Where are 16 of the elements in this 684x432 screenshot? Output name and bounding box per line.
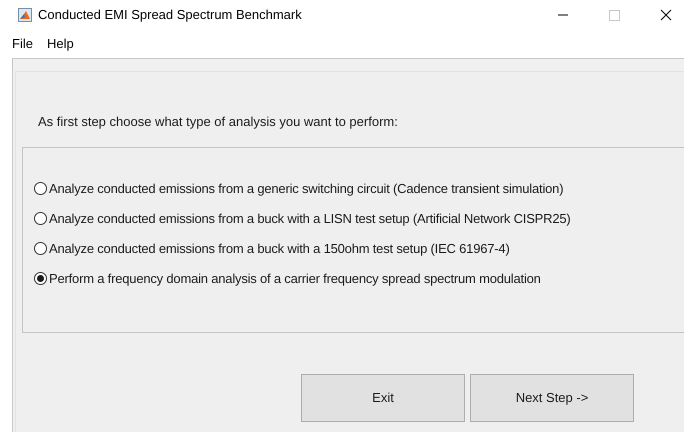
radio-button[interactable]: [34, 212, 47, 225]
window-title: Conducted EMI Spread Spectrum Benchmark: [38, 6, 302, 24]
menu-item[interactable]: File: [12, 34, 33, 54]
radio-button[interactable]: [34, 242, 47, 255]
dialog-button[interactable]: Next Step ->: [470, 374, 634, 422]
radio-button[interactable]: [34, 182, 47, 195]
option-label[interactable]: Analyze conducted emissions from a generic switching circuit (Cadence transient simulation): [49, 178, 564, 198]
app-icon: [18, 8, 32, 22]
radio-button[interactable]: [34, 272, 47, 285]
option-label[interactable]: Perform a frequency domain analysis of a carrier frequency spread spectrum modulation: [49, 268, 541, 288]
dialog-button[interactable]: Exit: [301, 374, 465, 422]
option-label[interactable]: Analyze conducted emissions from a buck with a LISN test setup (Artificial Network CISPR25): [49, 208, 571, 228]
menu-item[interactable]: Help: [46, 34, 74, 54]
option-label[interactable]: Analyze conducted emissions from a buck with a 150ohm test setup (IEC 61967-4): [49, 238, 510, 258]
close-icon[interactable]: [660, 9, 672, 21]
instruction-text: As first step choose what type of analysis you want to perform:: [38, 113, 399, 131]
